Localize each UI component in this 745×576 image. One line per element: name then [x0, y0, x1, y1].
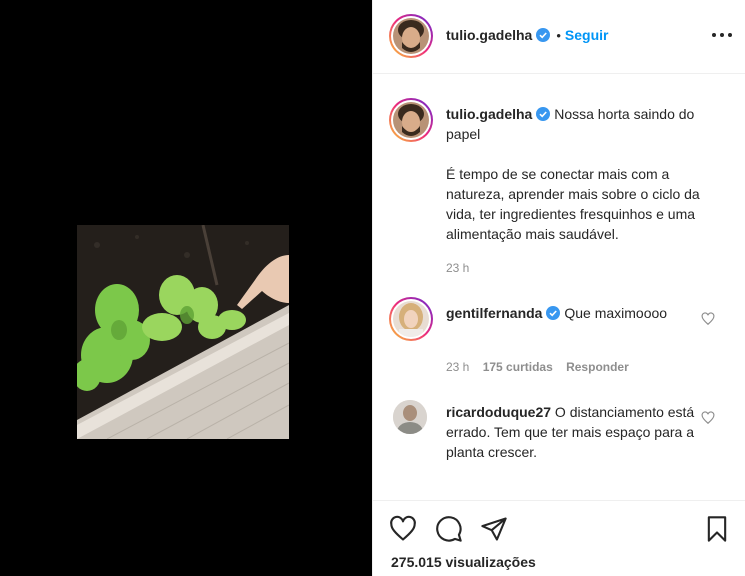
post-photo: [77, 225, 289, 439]
avatar-photo: [393, 18, 429, 54]
comment-heart-icon[interactable]: [701, 411, 715, 425]
post-header: tulio.gadelha • Seguir: [373, 0, 745, 74]
caption-time[interactable]: 23 h: [446, 261, 469, 275]
lettuce-garden-image: [77, 225, 289, 439]
commenter-avatar[interactable]: [389, 297, 433, 341]
comment-username[interactable]: ricardoduque27: [446, 404, 551, 420]
avatar-photo: [393, 102, 429, 138]
verified-badge-icon: [536, 107, 551, 121]
author-avatar[interactable]: [389, 14, 433, 58]
avatar-photo: [393, 301, 429, 337]
heart-icon[interactable]: [389, 515, 417, 543]
bookmark-icon[interactable]: [703, 515, 731, 543]
post-actions: 275.015 visualizações: [373, 500, 745, 576]
paper-plane-icon[interactable]: [480, 515, 508, 543]
comment-meta: 23 h 175 curtidas Responder: [446, 360, 629, 374]
comment-icon[interactable]: [435, 515, 463, 543]
reply-button[interactable]: Responder: [566, 360, 629, 374]
post-media[interactable]: [0, 0, 372, 576]
post-sidebar: tulio.gadelha • Seguir tulio.gadelha Nossa…: [372, 0, 745, 576]
comment-heart-icon[interactable]: [701, 312, 715, 326]
comment-username[interactable]: gentilfernanda: [446, 305, 542, 321]
verified-badge-icon: [536, 28, 551, 42]
caption-avatar[interactable]: [389, 98, 433, 142]
verified-badge-icon: [546, 306, 561, 320]
follow-button[interactable]: Seguir: [565, 27, 609, 43]
separator-dot: •: [556, 28, 561, 43]
caption-body: É tempo de se conectar mais com a nature…: [446, 166, 700, 242]
caption-username[interactable]: tulio.gadelha: [446, 106, 532, 122]
comment-likes[interactable]: 175 curtidas: [483, 360, 553, 374]
avatar-photo: [393, 400, 427, 434]
comment-text: Que maximoooo: [564, 305, 668, 321]
comment-time[interactable]: 23 h: [446, 360, 469, 374]
view-count[interactable]: 275.015 visualizações: [391, 554, 536, 570]
more-options-icon[interactable]: [712, 28, 732, 42]
commenter-avatar[interactable]: [393, 400, 427, 434]
header-username[interactable]: tulio.gadelha: [446, 27, 532, 43]
